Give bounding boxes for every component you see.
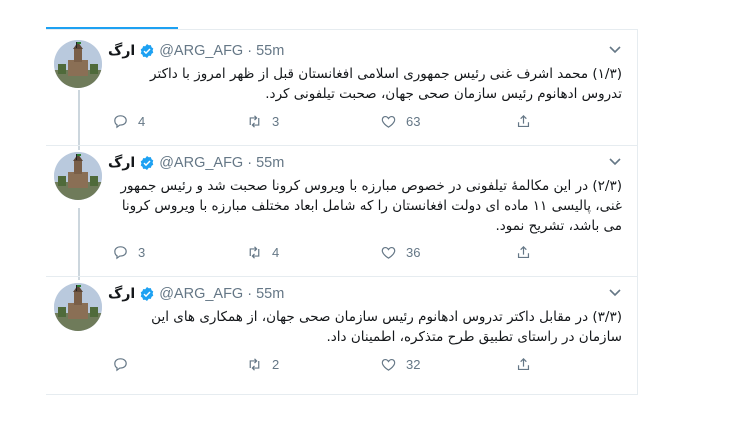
like-count: 63 xyxy=(406,114,421,129)
reply-icon xyxy=(114,115,127,129)
verified-badge-icon xyxy=(140,156,154,170)
reply-icon xyxy=(114,246,127,260)
heart-icon xyxy=(381,246,396,259)
timestamp[interactable]: 55m xyxy=(256,286,284,302)
display-name[interactable]: ارگ xyxy=(108,43,135,59)
dot-separator: · xyxy=(247,43,253,59)
verified-badge-icon xyxy=(140,44,154,58)
like-button[interactable]: 32 xyxy=(380,356,420,373)
dot-separator: · xyxy=(247,286,253,302)
like-button[interactable]: 63 xyxy=(380,113,420,130)
avatar[interactable] xyxy=(54,40,102,88)
reply-icon xyxy=(114,358,127,372)
verified-badge-icon xyxy=(140,287,154,301)
user-handle[interactable]: @ARG_AFG xyxy=(159,43,243,59)
timestamp[interactable]: 55m xyxy=(256,43,284,59)
display-name[interactable]: ارگ xyxy=(108,286,135,302)
reply-count: 4 xyxy=(138,114,146,129)
tweet-actions: 3 4 36 xyxy=(108,244,548,264)
reply-button[interactable]: 4 xyxy=(112,113,145,130)
dot-separator: · xyxy=(247,155,253,171)
retweet-button[interactable]: 4 xyxy=(246,244,279,261)
tweet[interactable]: ارگ @ARG_AFG · 55m (۳/۳) در مقابل داکتر … xyxy=(46,283,637,383)
user-handle[interactable]: @ARG_AFG xyxy=(159,286,243,302)
avatar[interactable] xyxy=(54,283,102,331)
tweet-header: ارگ @ARG_AFG · 55m xyxy=(108,284,284,304)
tweet-separator xyxy=(46,276,637,277)
chevron-down-icon[interactable] xyxy=(608,157,622,167)
share-icon xyxy=(517,357,530,371)
retweet-count: 4 xyxy=(272,245,280,260)
share-button[interactable] xyxy=(515,356,532,373)
retweet-button[interactable]: 3 xyxy=(246,113,279,130)
reply-count: 3 xyxy=(138,245,146,260)
retweet-button[interactable]: 2 xyxy=(246,356,279,373)
like-count: 32 xyxy=(406,357,421,372)
tweet-actions: 2 32 xyxy=(108,356,548,376)
retweet-count: 3 xyxy=(272,114,280,129)
chevron-down-icon[interactable] xyxy=(608,288,622,298)
tweet-header: ارگ @ARG_AFG · 55m xyxy=(108,41,284,61)
reply-button[interactable] xyxy=(112,356,138,373)
tweet[interactable]: ارگ @ARG_AFG · 55m (۱/۳) محمد اشرف غنی ر… xyxy=(46,40,637,140)
reply-button[interactable]: 3 xyxy=(112,244,145,261)
avatar[interactable] xyxy=(54,152,102,200)
like-count: 36 xyxy=(406,245,421,260)
share-icon xyxy=(517,245,530,259)
tweet-header: ارگ @ARG_AFG · 55m xyxy=(108,153,284,173)
tweet-text: (۱/۳) محمد اشرف غنی رئیس جمهوری اسلامی ا… xyxy=(150,66,622,102)
timeline-top-border xyxy=(46,29,638,30)
retweet-icon xyxy=(249,115,260,128)
like-button[interactable]: 36 xyxy=(380,244,420,261)
share-button[interactable] xyxy=(515,244,532,261)
tweet-separator xyxy=(46,394,637,395)
chevron-down-icon[interactable] xyxy=(608,45,622,55)
tweet-actions: 4 3 63 xyxy=(108,113,548,133)
tweet-separator xyxy=(46,145,637,146)
display-name[interactable]: ارگ xyxy=(108,155,135,171)
share-icon xyxy=(517,114,530,128)
tweet-text: (۳/۳) در مقابل داکتر تدروس ادهانوم رئیس … xyxy=(151,309,622,345)
share-button[interactable] xyxy=(515,113,532,130)
heart-icon xyxy=(381,115,396,128)
retweet-count: 2 xyxy=(272,357,280,372)
timestamp[interactable]: 55m xyxy=(256,155,284,171)
retweet-icon xyxy=(249,358,260,371)
tweet-text: (۲/۳) در این مکالمهٔ تیلفونی در خصوص مبا… xyxy=(120,178,622,234)
user-handle[interactable]: @ARG_AFG xyxy=(159,155,243,171)
retweet-icon xyxy=(249,246,260,259)
tweet[interactable]: ارگ @ARG_AFG · 55m (۲/۳) در این مکالمهٔ … xyxy=(46,152,637,270)
timeline-right-border xyxy=(637,29,638,395)
heart-icon xyxy=(381,358,396,371)
